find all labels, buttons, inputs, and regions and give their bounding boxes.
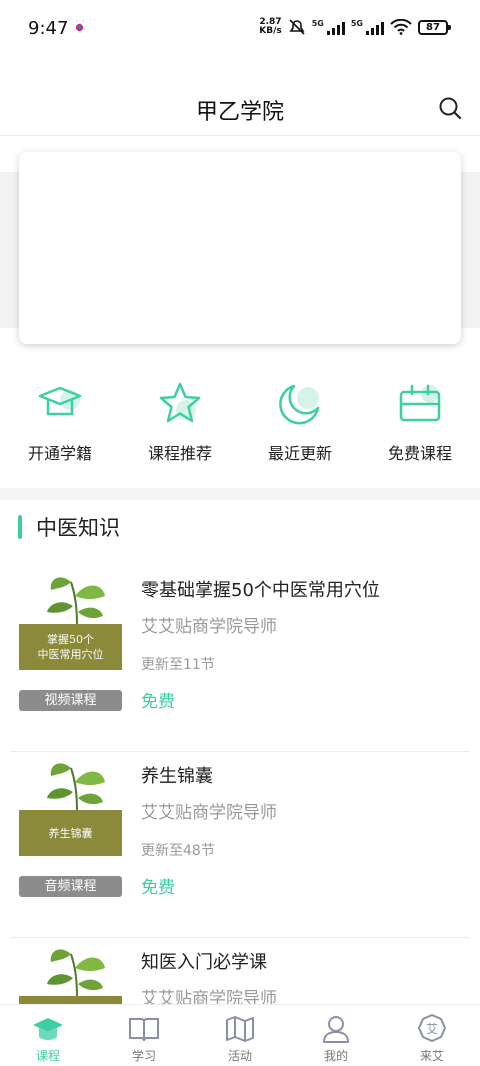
course-title: 知医入门必学课: [141, 952, 267, 973]
tab-course[interactable]: 课程: [0, 1005, 96, 1066]
course-thumbnail: 掌握50个 中医常用穴位 视频课程: [19, 566, 122, 711]
section-header: 中医知识: [18, 512, 120, 542]
course-thumbnail: 养生锦囊 音频课程: [19, 752, 122, 897]
section-title: 中医知识: [36, 516, 120, 540]
ticket-icon: [399, 384, 441, 422]
course-type-badge: 音频课程: [19, 876, 122, 897]
page-title: 甲乙学院: [195, 100, 284, 125]
quick-link-label: 开通学籍: [27, 444, 92, 463]
course-thumbnail: [19, 938, 122, 1004]
course-icon: [33, 1018, 63, 1040]
moon-icon: [279, 384, 320, 425]
search-icon[interactable]: [438, 96, 462, 120]
course-price: 免费: [141, 878, 175, 898]
tab-study[interactable]: 学习: [96, 1005, 192, 1066]
course-item[interactable]: 知医入门必学课 艾艾贴商学院导师: [0, 938, 480, 1004]
quick-links: 开通学籍 课程推荐 最近更新 免费课程: [0, 380, 480, 470]
section-accent-bar: [18, 515, 22, 539]
tab-mine[interactable]: 我的: [288, 1005, 384, 1066]
graduation-cap-icon: [38, 386, 82, 416]
quick-link-free[interactable]: 免费课程: [360, 380, 480, 470]
network-speed: 2.87 KB/s: [259, 18, 281, 36]
course-teacher: 艾艾贴商学院导师: [141, 617, 277, 637]
quick-link-label: 最近更新: [267, 444, 332, 463]
quick-link-recent[interactable]: 最近更新: [240, 380, 360, 470]
tab-activity[interactable]: 活动: [192, 1005, 288, 1066]
quick-link-label: 免费课程: [387, 444, 452, 463]
user-icon: [323, 1016, 349, 1043]
course-update-status: 更新至11节: [141, 657, 215, 673]
notification-dot-icon: [76, 24, 83, 31]
course-title: 养生锦囊: [141, 766, 213, 787]
ai-badge-char: 艾: [426, 1022, 438, 1036]
wifi-icon: [390, 19, 412, 35]
bottom-tab-bar: 课程 学习 活动 我的 艾 来艾: [0, 1004, 480, 1066]
book-icon: [129, 1018, 159, 1042]
tab-label: 课程: [35, 1049, 60, 1063]
herb-leaf-icon: [47, 577, 105, 627]
herb-leaf-icon: [47, 949, 105, 999]
quick-link-label: 课程推荐: [147, 444, 212, 463]
course-thumbnail-text: 掌握50个 中医常用穴位: [19, 624, 122, 670]
course-item[interactable]: 养生锦囊 音频课程 养生锦囊 艾艾贴商学院导师 更新至48节 免费: [0, 752, 480, 938]
signal-2-label: 5G: [350, 19, 363, 28]
battery-indicator: 87: [418, 19, 451, 35]
ai-badge-icon: 艾: [418, 1014, 446, 1042]
status-time: 9:47: [28, 18, 69, 39]
course-thumbnail-text: 养生锦囊: [19, 810, 122, 856]
signal-2-icon: 5G: [351, 19, 384, 35]
course-thumbnail-text: [19, 996, 122, 1004]
tab-label: 活动: [227, 1049, 252, 1063]
course-teacher: 艾艾贴商学院导师: [141, 803, 277, 823]
star-icon: [159, 382, 201, 423]
course-item[interactable]: 掌握50个 中医常用穴位 视频课程 零基础掌握50个中医常用穴位 艾艾贴商学院导…: [0, 566, 480, 752]
quick-link-enroll[interactable]: 开通学籍: [0, 380, 120, 470]
banner-carousel[interactable]: [19, 152, 461, 344]
quick-link-recommend[interactable]: 课程推荐: [120, 380, 240, 470]
mute-icon: [289, 19, 305, 35]
course-type-badge: 视频课程: [19, 690, 122, 711]
tab-label: 学习: [131, 1049, 156, 1063]
tab-label: 来艾: [419, 1049, 444, 1063]
map-icon: [226, 1016, 254, 1042]
course-title: 零基础掌握50个中医常用穴位: [141, 580, 380, 601]
tab-laiai[interactable]: 艾 来艾: [384, 1005, 480, 1066]
herb-leaf-icon: [47, 763, 105, 813]
course-teacher: 艾艾贴商学院导师: [141, 989, 277, 1004]
course-price: 免费: [141, 692, 175, 712]
status-bar: 9:47 2.87 KB/s 5G 5G 87: [0, 0, 480, 58]
network-speed-unit: KB/s: [259, 26, 282, 36]
signal-1-icon: 5G: [312, 19, 345, 35]
signal-1-label: 5G: [311, 19, 324, 28]
course-update-status: 更新至48节: [141, 843, 215, 859]
app-header: 甲乙学院: [0, 58, 480, 136]
section-divider: [0, 488, 480, 500]
tab-label: 我的: [323, 1049, 348, 1063]
